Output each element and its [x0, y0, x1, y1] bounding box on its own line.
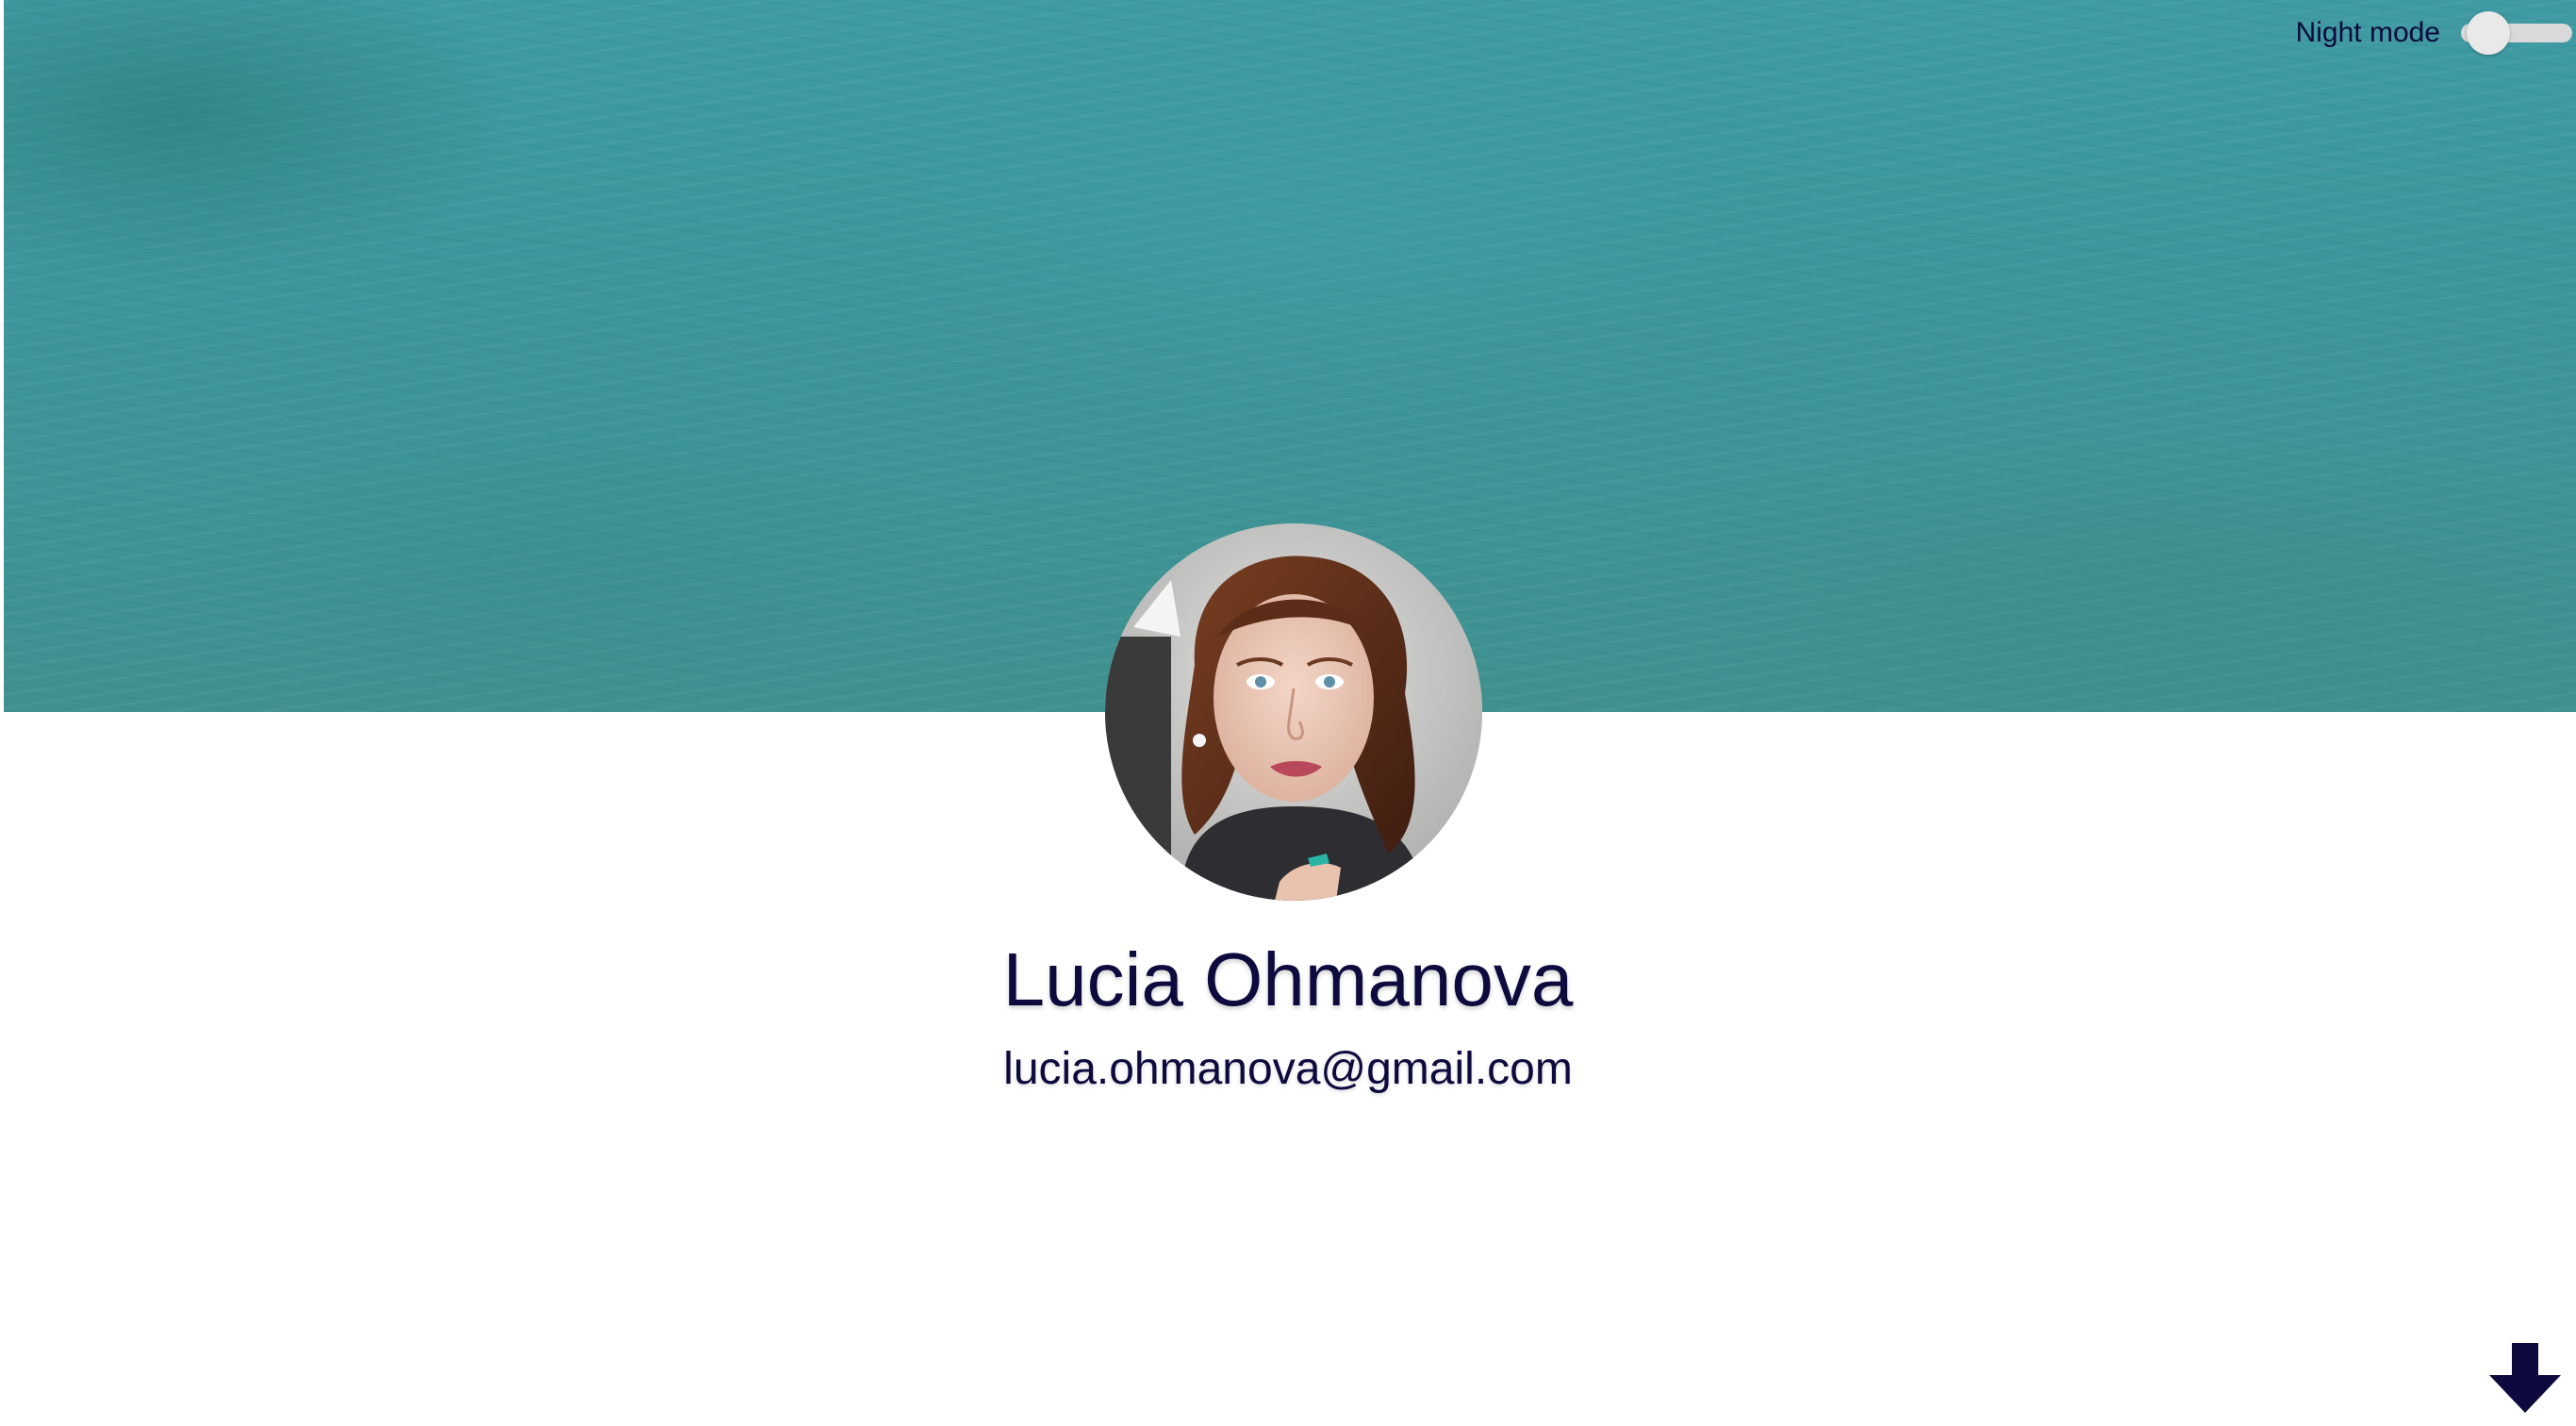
arrow-down-icon[interactable]	[2489, 1343, 2561, 1413]
profile-page: Night mode Lucia Ohmanova lucia.ohmanova…	[0, 0, 2576, 1426]
avatar-portrait	[1105, 523, 1482, 901]
avatar	[1105, 523, 1482, 901]
toggle-thumb[interactable]	[2467, 11, 2510, 55]
night-mode-control: Night mode	[2296, 11, 2572, 55]
profile-email[interactable]: lucia.ohmanova@gmail.com	[0, 1044, 2576, 1095]
profile-name: Lucia Ohmanova	[1002, 937, 1574, 1021]
night-mode-label: Night mode	[2295, 17, 2440, 48]
night-mode-toggle[interactable]	[2461, 11, 2572, 55]
